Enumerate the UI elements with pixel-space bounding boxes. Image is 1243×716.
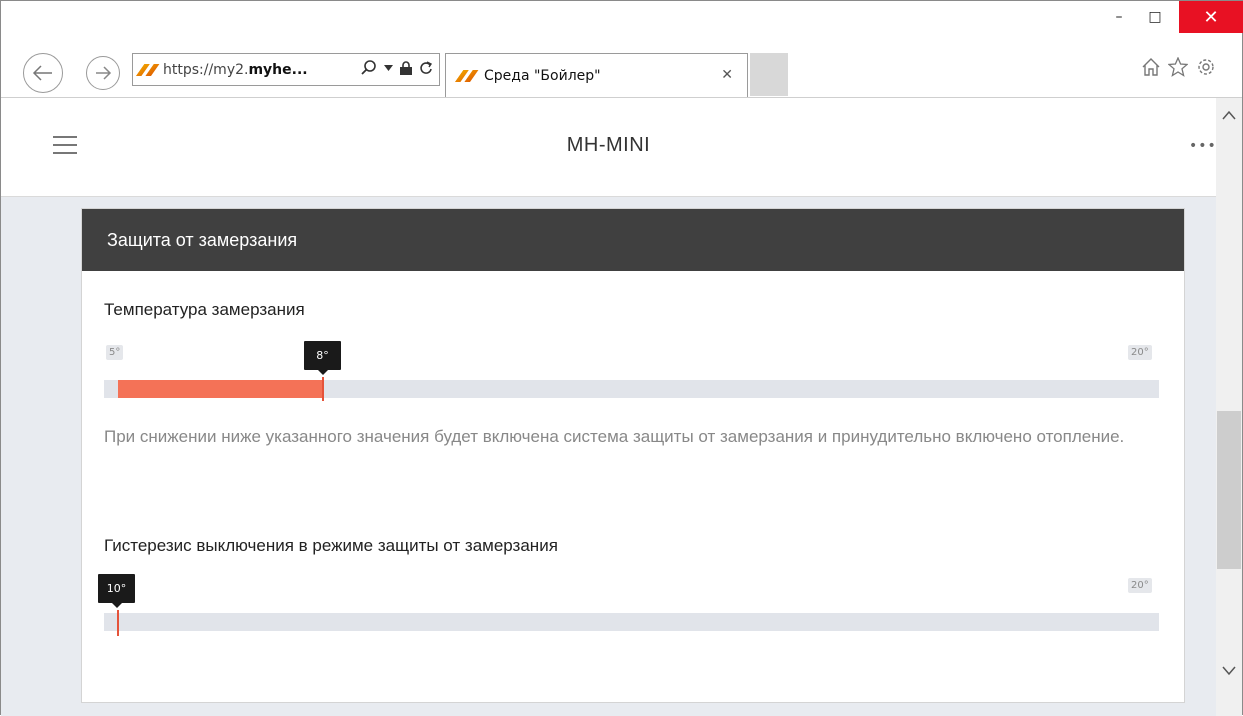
freeze-temp-max: 20° [1128,345,1152,360]
content-area: Защита от замерзания Температура замерза… [1,197,1216,716]
scroll-up-icon[interactable] [1222,110,1236,120]
freeze-temp-value-tooltip: 8° [304,341,341,375]
hysteresis-value-tooltip: 10° [98,574,135,608]
close-button[interactable]: ✕ [1179,1,1243,33]
lock-icon[interactable] [400,61,412,75]
freeze-protection-card: Защита от замерзания Температура замерза… [81,208,1185,703]
freeze-temp-slider[interactable] [104,380,1159,398]
tab-title: Среда "Бойлер" [484,67,601,84]
forward-arrow-icon [96,66,112,80]
favorites-star-icon[interactable] [1168,57,1188,77]
scrollbar-thumb[interactable] [1217,411,1241,569]
freeze-temp-slider-fill [118,380,322,398]
hysteresis-label: Гистерезис выключения в режиме защиты от… [104,536,558,555]
freeze-temp-min: 5° [106,345,124,360]
url-prefix: https://my2. [163,61,249,78]
card-header: Защита от замерзания [82,209,1184,271]
scroll-down-icon[interactable] [1222,666,1236,676]
freeze-temp-label: Температура замерзания [104,300,305,319]
tab-boiler[interactable]: Среда "Бойлер" ✕ [445,53,748,97]
app-title: MH-MINI [566,134,651,156]
tab-close-icon[interactable]: ✕ [721,67,733,83]
hysteresis-slider-handle[interactable] [117,610,119,636]
minimize-button[interactable]: – [1105,1,1133,33]
url-domain: myhe... [248,61,308,78]
back-arrow-icon [32,65,52,81]
search-icon[interactable] [361,60,377,76]
more-options-icon[interactable]: ••• [1189,138,1217,154]
address-url: https://my2.myhe... [163,62,308,78]
hysteresis-max: 20° [1128,578,1152,593]
hysteresis-slider[interactable] [104,613,1159,631]
new-tab-button[interactable] [750,53,788,96]
tab-site-icon [458,67,476,85]
home-icon[interactable] [1141,57,1161,77]
site-icon [139,61,157,79]
dropdown-icon[interactable] [384,65,393,71]
page-scrollbar[interactable] [1216,98,1242,716]
address-bar[interactable]: https://my2.myhe... [132,53,440,86]
browser-window: – □ ✕ https://my2.myhe... Среда "Бойлер"… [0,0,1243,716]
address-tools [361,60,433,76]
app-header: MH-MINI ••• [1,98,1216,197]
refresh-icon[interactable] [419,61,433,75]
browser-chrome: – □ ✕ https://my2.myhe... Среда "Бойлер"… [1,1,1243,98]
freeze-temp-slider-handle[interactable] [322,377,324,401]
settings-gear-icon[interactable] [1196,57,1216,77]
freeze-protection-description: При снижении ниже указанного значения бу… [104,427,1125,446]
forward-button[interactable] [86,56,120,90]
back-button[interactable] [23,53,63,93]
maximize-button[interactable]: □ [1133,1,1177,33]
